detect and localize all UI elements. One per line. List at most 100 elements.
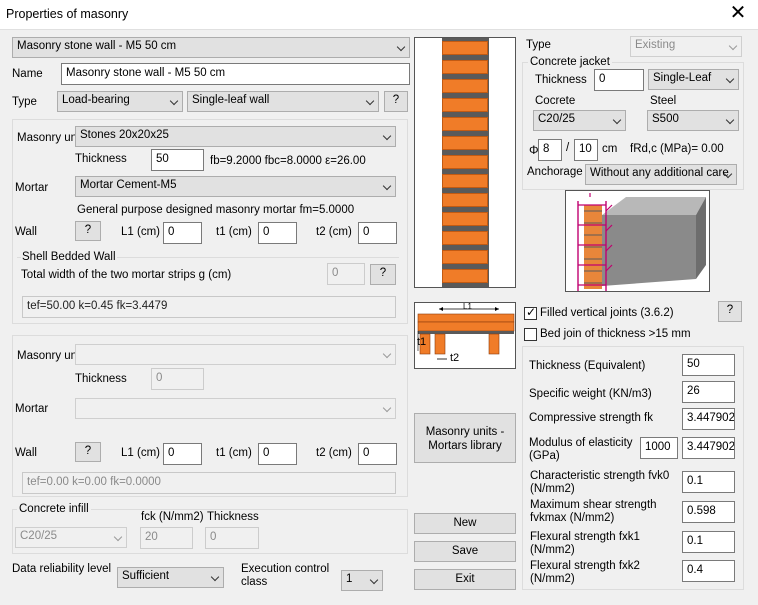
exec-class-select[interactable]: 1 <box>341 570 383 591</box>
bar-spacing-input[interactable]: 10 <box>574 139 598 161</box>
mortar-strip-width-input[interactable]: 0 <box>327 263 365 285</box>
t1-input-2[interactable]: 0 <box>258 443 297 465</box>
fck-label: fck (N/mm2) <box>141 511 204 523</box>
name-label: Name <box>12 68 43 80</box>
t2-label-2: t2 (cm) <box>316 447 352 459</box>
l1-diagram-label: L1 <box>463 302 472 311</box>
bed-joint-checkbox[interactable] <box>524 328 537 341</box>
wall-help-button-2[interactable]: ? <box>75 442 101 462</box>
mortar-label-2: Mortar <box>15 403 49 415</box>
t1-input[interactable]: 0 <box>258 222 297 244</box>
leaf-select[interactable]: Single-Leaf <box>648 69 739 90</box>
jacket-type-select[interactable]: Existing <box>630 36 742 57</box>
fxk2-label: Flexural strength fxk2 <box>530 560 640 572</box>
mortar-select[interactable]: Mortar Cement-M5 <box>75 176 396 197</box>
bar-diameter-input[interactable]: 8 <box>538 139 562 161</box>
window-title: Properties of masonry <box>6 7 129 21</box>
close-icon[interactable]: ✕ <box>726 3 750 23</box>
masonry-library-button[interactable]: Masonry units - Mortars library <box>414 413 516 463</box>
exec-control-label: Execution control <box>241 563 330 575</box>
fvkmax-label: Maximum shear strength <box>530 499 657 511</box>
masonry-unit-select[interactable]: Stones 20x20x25 <box>75 126 396 147</box>
exit-button[interactable]: Exit <box>414 569 516 590</box>
type-select[interactable]: Load-bearing <box>57 91 183 112</box>
wall-label-2: Wall <box>15 447 37 459</box>
anchorage-select[interactable]: Without any additional care <box>585 164 737 185</box>
fvk0-input[interactable]: 0.1 <box>682 471 735 493</box>
fvkmax-input[interactable]: 0.598 <box>682 501 735 523</box>
t2-label: t2 (cm) <box>316 226 352 238</box>
mortar-select-2[interactable] <box>75 398 396 419</box>
filled-joints-help-button[interactable]: ? <box>718 301 742 322</box>
wall-help-button[interactable]: ? <box>75 221 101 241</box>
equiv-thickness-input[interactable]: 50 <box>682 354 735 376</box>
t2-diagram-label: t2 <box>450 352 460 364</box>
reliability-label: Data reliability level <box>12 563 112 575</box>
infill-concrete-select[interactable]: C20/25 <box>15 527 127 548</box>
save-button[interactable]: Save <box>414 541 516 562</box>
type-label: Type <box>12 96 37 108</box>
masonry-unit-select-2[interactable] <box>75 344 396 365</box>
bed-joint-label: Bed join of thickness >15 mm <box>540 328 691 340</box>
modulus-unit-label: (GPa) <box>529 450 560 462</box>
frd-text: fRd,c (MPa)= 0.00 <box>630 143 724 155</box>
wall-section-drawing <box>442 38 489 287</box>
wall-elevation-image <box>414 37 516 288</box>
concrete-label: Cocrete <box>535 95 576 107</box>
l1-input[interactable]: 0 <box>163 222 202 244</box>
t1-label-2: t1 (cm) <box>216 447 252 459</box>
concrete-jacket-image <box>565 190 710 292</box>
t2-input[interactable]: 0 <box>358 222 397 244</box>
infill-thickness-label: Thickness <box>207 511 259 523</box>
filled-joints-label: Filled vertical joints (3.6.2) <box>540 307 674 319</box>
concrete-infill-label: Concrete infill <box>17 503 91 515</box>
mortar-description: General purpose designed masonry mortar … <box>77 204 355 216</box>
thickness-label-2: Thickness <box>75 373 127 385</box>
concrete-jacket-label: Concrete jacket <box>528 56 612 68</box>
help-button[interactable]: ? <box>384 91 408 112</box>
cm-label: cm <box>602 143 618 155</box>
reliability-select[interactable]: Sufficient <box>117 567 224 588</box>
wall-kind-select[interactable]: Single-leaf wall <box>187 91 379 112</box>
fxk2-unit-label: (N/mm2) <box>530 573 575 585</box>
jacket-type-label: Type <box>526 39 551 51</box>
mortar-label: Mortar <box>15 182 49 194</box>
new-button[interactable]: New <box>414 513 516 534</box>
infill-thickness-input[interactable]: 0 <box>205 527 259 549</box>
fb-text: fb=9.2000 fbc=8.0000 ε=26.00 <box>210 155 366 167</box>
fxk2-input[interactable]: 0.4 <box>682 560 735 582</box>
specific-weight-input[interactable]: 26 <box>682 381 735 403</box>
jacket-thickness-label: Thickness <box>535 74 587 86</box>
wall-type-select[interactable]: Masonry stone wall - M5 50 cm <box>12 37 410 58</box>
thickness-label: Thickness <box>75 153 127 165</box>
title-bar: Properties of masonry ✕ <box>0 0 758 30</box>
l1-label-2: L1 (cm) <box>121 447 160 459</box>
compressive-strength-input[interactable]: 3.447902 <box>682 408 735 430</box>
result-text-2: tef=0.00 k=0.00 fk=0.0000 <box>22 472 396 494</box>
equiv-thickness-label: Thickness (Equivalent) <box>529 360 646 372</box>
name-input[interactable]: Masonry stone wall - M5 50 cm <box>61 63 410 85</box>
shell-bedded-label: Shell Bedded Wall <box>21 251 117 263</box>
thickness-input-2[interactable]: 0 <box>151 368 204 390</box>
fxk1-input[interactable]: 0.1 <box>682 531 735 553</box>
specific-weight-label: Specific weight (KN/m3) <box>529 388 652 400</box>
jacket-thickness-input[interactable]: 0 <box>594 69 644 91</box>
masonry-unit-label-2: Masonry uni <box>17 350 75 362</box>
library-label-2: Mortars library <box>428 440 502 452</box>
wall-cross-section-diagram: L1 t1 t2 <box>414 302 516 369</box>
t2-input-2[interactable]: 0 <box>358 443 397 465</box>
shell-help-button[interactable]: ? <box>370 264 396 285</box>
steel-select[interactable]: S500 <box>647 110 739 131</box>
shell-description: Total width of the two mortar strips g (… <box>21 269 232 281</box>
library-label-1: Masonry units - <box>425 426 505 438</box>
anchorage-label: Anchorage <box>527 166 583 178</box>
slash-label: / <box>566 142 570 154</box>
jacket-concrete-select[interactable]: C20/25 <box>533 110 626 131</box>
l1-input-2[interactable]: 0 <box>163 443 202 465</box>
compressive-strength-label: Compressive strength fk <box>529 412 653 424</box>
thickness-input[interactable]: 50 <box>151 149 204 171</box>
filled-joints-checkbox[interactable] <box>524 305 537 320</box>
modulus-factor-input[interactable]: 1000 <box>640 437 678 459</box>
modulus-input[interactable]: 3.447902 <box>682 437 735 459</box>
fck-input[interactable]: 20 <box>140 527 193 549</box>
